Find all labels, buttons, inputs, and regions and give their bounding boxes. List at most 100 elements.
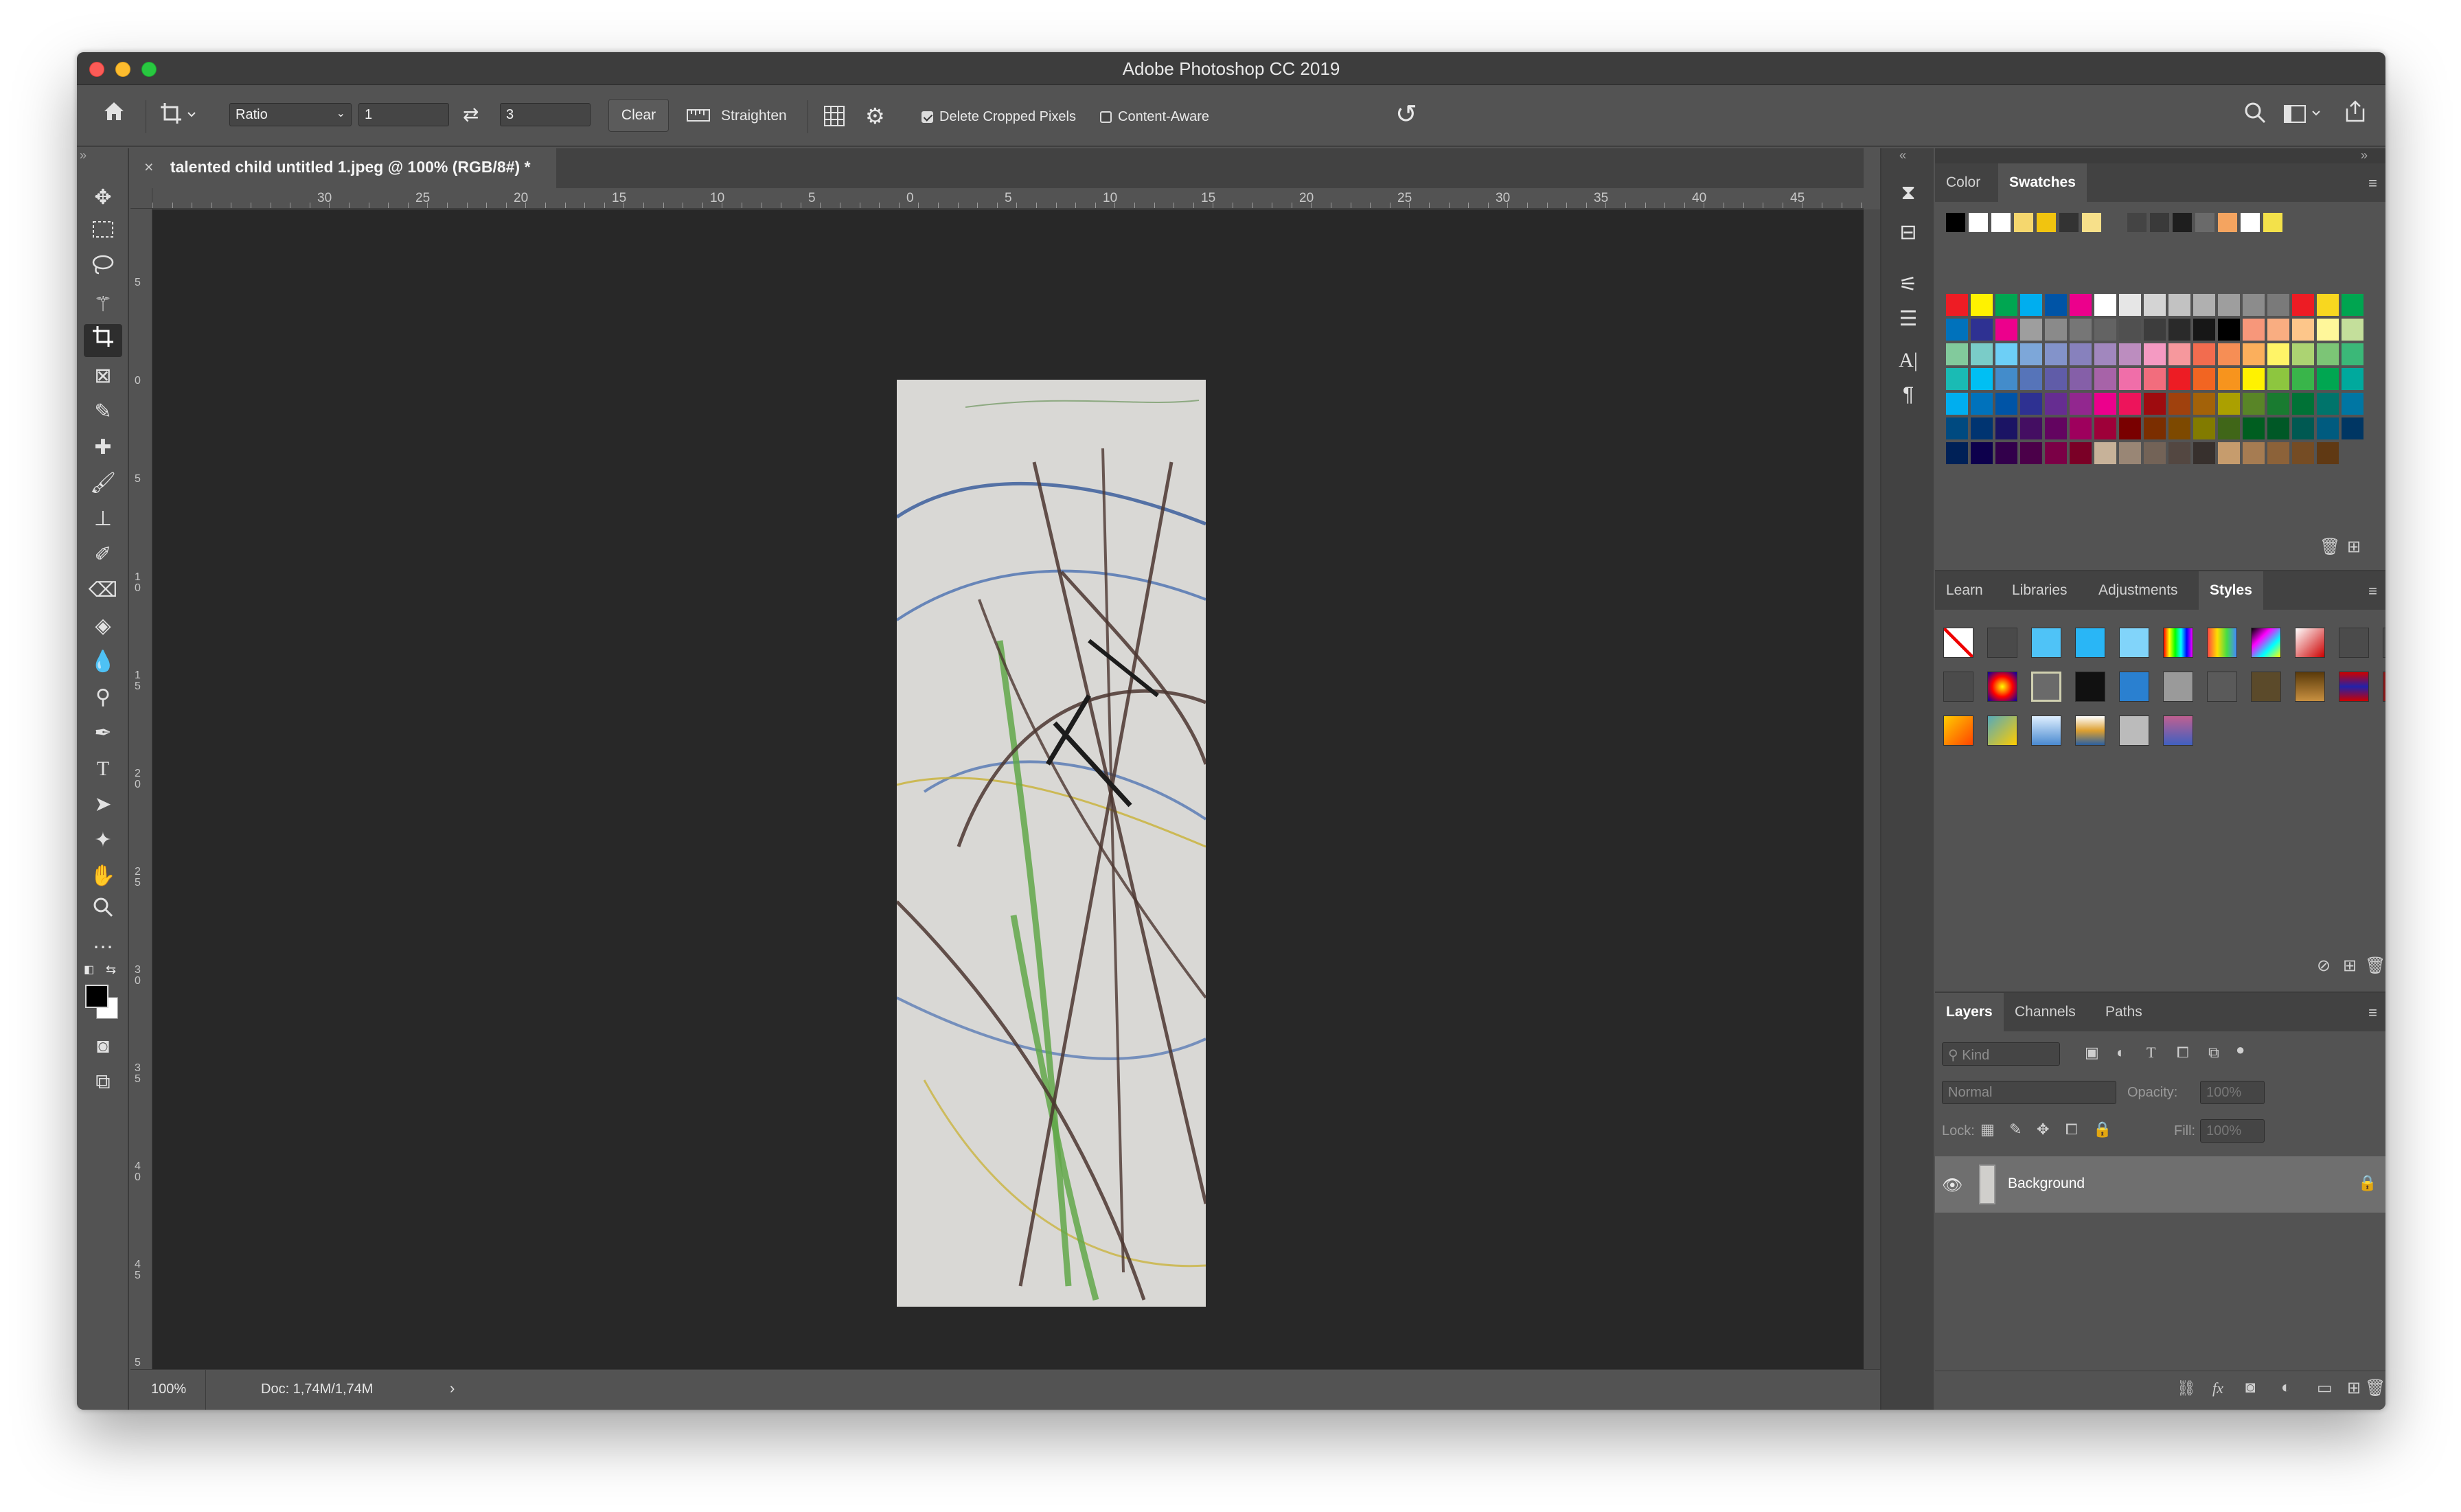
swatch[interactable] — [2317, 294, 2339, 316]
ratio-select[interactable]: Ratio ⌄ — [229, 103, 352, 126]
link-layers-icon[interactable]: ⛓ — [2177, 1379, 2196, 1397]
swatch[interactable] — [1946, 319, 1968, 341]
swatch[interactable] — [2020, 393, 2042, 415]
swatch[interactable] — [1946, 343, 1968, 365]
swatch[interactable] — [2094, 393, 2116, 415]
swatch[interactable] — [2070, 294, 2092, 316]
swatch[interactable] — [2267, 294, 2289, 316]
layer-mask-icon[interactable]: ◙ — [2245, 1378, 2256, 1397]
swatch[interactable] — [2020, 442, 2042, 464]
swatch[interactable] — [2218, 343, 2240, 365]
recent-swatch[interactable] — [2014, 213, 2033, 232]
swatch[interactable] — [2317, 368, 2339, 390]
eraser-tool-icon[interactable]: ⌫ — [84, 574, 122, 607]
fill-input[interactable]: 100% — [2200, 1119, 2265, 1143]
recent-swatch[interactable] — [2082, 213, 2101, 232]
brush-settings-panel-icon[interactable]: ⚟ — [1888, 269, 1928, 301]
recent-swatch[interactable] — [2241, 213, 2260, 232]
swatch[interactable] — [2119, 343, 2141, 365]
swatch[interactable] — [1971, 368, 1993, 390]
tab-paths[interactable]: Paths — [2094, 993, 2153, 1031]
style-swatch[interactable] — [2163, 672, 2193, 702]
canvas-area[interactable] — [152, 209, 1888, 1369]
swatch[interactable] — [2045, 319, 2067, 341]
recent-swatch[interactable] — [1969, 213, 1988, 232]
lock-transparent-icon[interactable]: ▦ — [1980, 1121, 1995, 1138]
style-swatch[interactable] — [1943, 628, 1973, 658]
swatch[interactable] — [1971, 442, 1993, 464]
recent-swatch[interactable] — [1991, 213, 2011, 232]
swatch[interactable] — [2342, 319, 2363, 341]
recent-swatch[interactable] — [2127, 213, 2147, 232]
type-filter-icon[interactable]: T — [2147, 1044, 2155, 1062]
style-swatch[interactable] — [1987, 715, 2017, 746]
swatch[interactable] — [2070, 368, 2092, 390]
new-layer-icon[interactable]: ⊞ — [2347, 1378, 2361, 1398]
swatch[interactable] — [2317, 343, 2339, 365]
swatch[interactable] — [2094, 294, 2116, 316]
recent-swatch[interactable] — [1946, 213, 1965, 232]
swatch[interactable] — [2045, 442, 2067, 464]
swatch[interactable] — [2317, 417, 2339, 439]
style-swatch[interactable] — [1943, 672, 1973, 702]
swatch[interactable] — [2119, 417, 2141, 439]
style-swatch[interactable] — [2031, 628, 2061, 658]
swatch[interactable] — [2094, 343, 2116, 365]
swatch[interactable] — [2243, 343, 2265, 365]
delete-cropped-pixels-label[interactable]: Delete Cropped Pixels — [939, 109, 1076, 125]
swatch[interactable] — [2193, 368, 2215, 390]
swatch[interactable] — [2070, 393, 2092, 415]
content-aware-label[interactable]: Content-Aware — [1118, 109, 1209, 125]
reset-crop-icon[interactable]: ↺ — [1395, 99, 1417, 130]
tab-styles[interactable]: Styles — [2199, 571, 2263, 610]
marquee-tool-icon[interactable] — [84, 217, 122, 250]
swatch[interactable] — [1946, 393, 1968, 415]
swatch[interactable] — [2267, 417, 2289, 439]
style-swatch[interactable] — [2383, 672, 2385, 702]
history-panel-icon[interactable]: ⧗ — [1888, 177, 1928, 209]
history-brush-tool-icon[interactable]: ✐ — [84, 538, 122, 571]
eyedropper-tool-icon[interactable]: ✎ — [84, 396, 122, 428]
swatch[interactable] — [2094, 368, 2116, 390]
lock-image-icon[interactable]: ✎ — [2009, 1121, 2022, 1138]
panel-menu-icon[interactable]: ≡ — [2368, 582, 2377, 600]
swatch[interactable] — [2193, 393, 2215, 415]
swatch[interactable] — [2094, 417, 2116, 439]
hand-tool-icon[interactable]: ✋ — [84, 860, 122, 893]
swatch[interactable] — [2292, 319, 2314, 341]
style-swatch[interactable] — [1987, 628, 2017, 658]
swatch[interactable] — [2267, 393, 2289, 415]
swatch[interactable] — [2292, 417, 2314, 439]
gear-icon[interactable]: ⚙ — [865, 103, 885, 129]
eye-icon[interactable]: 👁 — [1942, 1176, 1962, 1195]
style-swatch[interactable] — [2251, 628, 2281, 658]
delete-cropped-pixels-checkbox[interactable] — [922, 111, 933, 123]
swatch[interactable] — [2144, 442, 2166, 464]
swatch[interactable] — [2045, 294, 2067, 316]
paragraph-panel-icon[interactable]: ¶ — [1888, 379, 1928, 411]
swatch[interactable] — [2342, 343, 2363, 365]
pixel-filter-icon[interactable]: ▣ — [2085, 1044, 2099, 1062]
swatch[interactable] — [2243, 442, 2265, 464]
swatch[interactable] — [2317, 319, 2339, 341]
swatch[interactable] — [2342, 368, 2363, 390]
paint-bucket-tool-icon[interactable]: ◈ — [84, 610, 122, 643]
swatch[interactable] — [2168, 294, 2190, 316]
swatch[interactable] — [2144, 368, 2166, 390]
recent-swatch[interactable] — [2037, 213, 2056, 232]
style-swatch[interactable] — [2163, 715, 2193, 746]
swatch[interactable] — [1971, 393, 1993, 415]
swatch[interactable] — [2094, 319, 2116, 341]
swatch[interactable] — [2119, 393, 2141, 415]
lock-position-icon[interactable]: ✥ — [2037, 1121, 2049, 1138]
swatch[interactable] — [2020, 417, 2042, 439]
collapse-toolbar-icon[interactable]: » — [80, 148, 87, 163]
swatch[interactable] — [2020, 368, 2042, 390]
swatch[interactable] — [1946, 294, 1968, 316]
tab-adjustments[interactable]: Adjustments — [2087, 571, 2189, 610]
straighten-label[interactable]: Straighten — [721, 108, 787, 124]
adjust-settings-panel-icon[interactable]: ☰ — [1888, 303, 1928, 335]
layer-row-background[interactable]: 👁 Background 🔒 — [1935, 1156, 2385, 1213]
swatch[interactable] — [2317, 393, 2339, 415]
swatch[interactable] — [1995, 442, 2017, 464]
